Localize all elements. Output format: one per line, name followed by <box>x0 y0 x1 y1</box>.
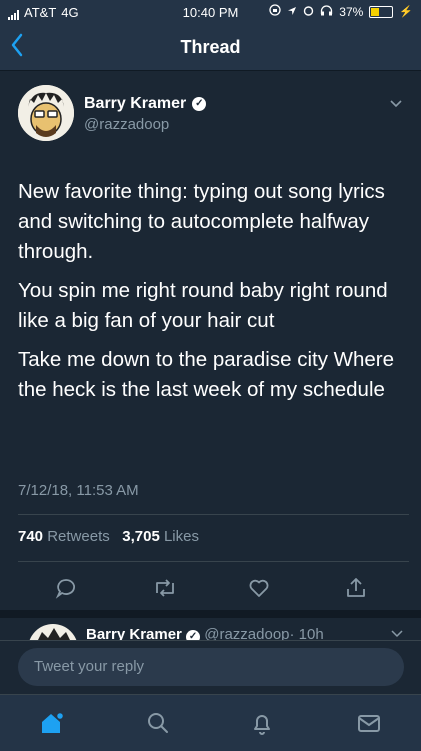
likes-stat[interactable]: 3,705 Likes <box>122 528 199 545</box>
tweet-menu-button[interactable] <box>391 626 403 641</box>
verified-badge-icon: ✓ <box>192 97 207 111</box>
tab-messages[interactable] <box>354 708 384 738</box>
battery-percent: 37% <box>339 4 364 19</box>
chevron-down-icon <box>390 100 402 108</box>
tab-bar <box>0 694 421 751</box>
reply-icon <box>55 579 75 599</box>
notifications-icon <box>254 715 270 735</box>
divider <box>18 514 409 515</box>
likes-label: Likes <box>163 528 199 545</box>
tweet-paragraph: You spin me right round baby right round… <box>18 279 388 332</box>
reply-input[interactable]: Tweet your reply <box>18 648 404 686</box>
status-icons: 37% ⚡ <box>269 4 413 19</box>
battery-icon <box>369 5 394 18</box>
messages-icon <box>358 715 380 732</box>
nav-bar: Thread <box>0 24 421 71</box>
tweet-actions <box>0 576 421 604</box>
retweet-icon <box>156 579 174 597</box>
retweets-count: 740 <box>18 528 44 545</box>
tweet-paragraph: New favorite thing: typing out song lyri… <box>18 180 385 263</box>
reply-button[interactable] <box>52 576 80 604</box>
tab-search[interactable] <box>143 708 173 738</box>
charging-icon: ⚡ <box>399 6 413 18</box>
likes-count: 3,705 <box>122 528 160 545</box>
tweet-menu-button[interactable] <box>389 96 403 112</box>
chevron-down-icon <box>391 630 403 638</box>
avatar-illustration <box>18 85 74 141</box>
tab-home[interactable] <box>36 708 66 738</box>
share-button[interactable] <box>342 576 370 604</box>
divider <box>18 561 409 562</box>
avatar[interactable] <box>18 85 74 141</box>
headphones-icon <box>320 4 333 19</box>
author-name: Barry Kramer <box>84 95 187 112</box>
retweets-stat[interactable]: 740 Retweets <box>18 528 110 545</box>
retweet-button[interactable] <box>151 576 179 604</box>
tweet-paragraph: Take me down to the paradise city Where … <box>18 348 395 401</box>
like-button[interactable] <box>245 576 273 604</box>
tweet-text: New favorite thing: typing out song lyri… <box>18 177 408 414</box>
author-block[interactable]: Barry Kramer ✓ @razzadoop <box>84 95 207 133</box>
heart-icon <box>249 579 269 597</box>
thread-separator <box>0 610 421 618</box>
location-icon <box>287 5 297 19</box>
tab-notifications[interactable] <box>247 708 277 738</box>
lock-rotation-icon <box>269 4 281 19</box>
tweet-stats: 740 Retweets 3,705 Likes <box>18 528 199 545</box>
status-bar: AT&T 4G 10:40 PM 37% ⚡ <box>0 0 421 24</box>
alarm-icon <box>303 5 314 19</box>
home-icon <box>42 711 65 733</box>
share-icon <box>347 578 365 597</box>
search-icon <box>148 713 168 733</box>
tweet-timestamp: 7/12/18, 11:53 AM <box>18 482 139 499</box>
author-handle: @razzadoop <box>84 116 170 133</box>
reply-bar: Tweet your reply <box>0 640 421 695</box>
retweets-label: Retweets <box>47 528 110 545</box>
page-title: Thread <box>180 37 241 57</box>
